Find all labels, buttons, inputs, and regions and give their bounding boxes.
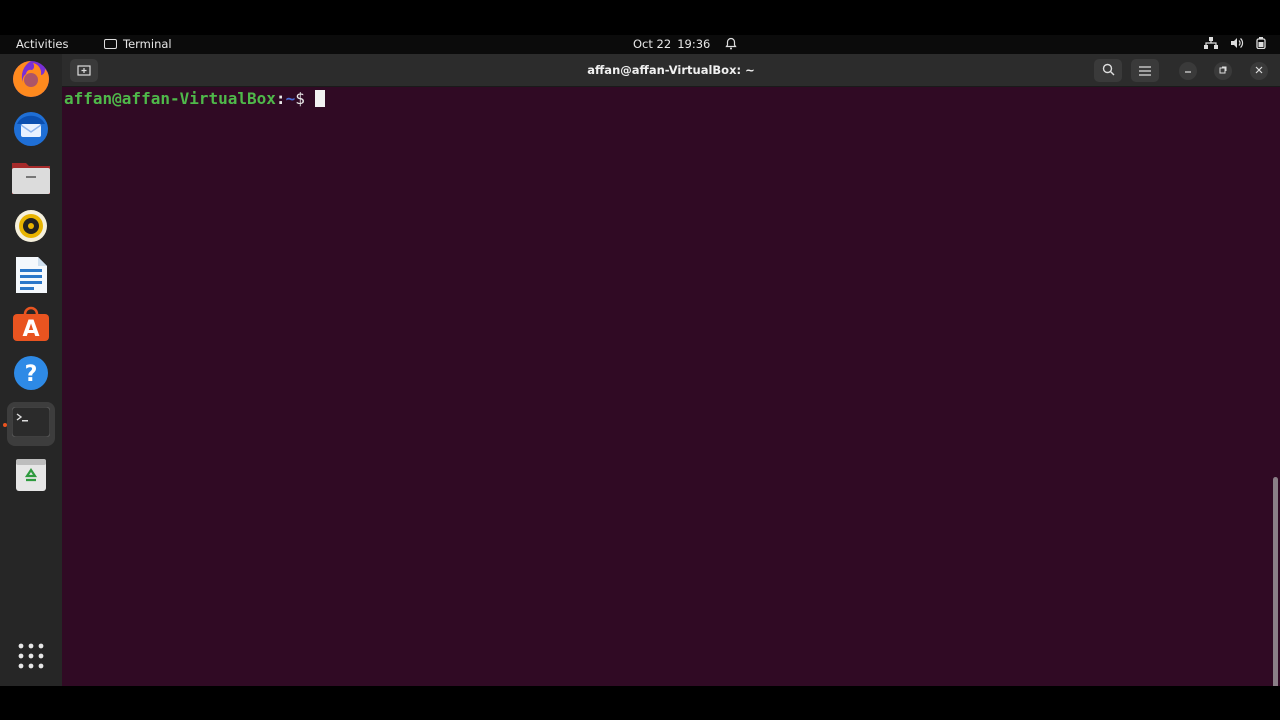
dock-item-firefox[interactable] [7,59,55,103]
trash-icon [15,456,47,496]
dock-item-terminal[interactable] [7,402,55,446]
rhythmbox-icon [13,208,49,248]
dock-item-trash[interactable] [7,454,55,498]
app-menu-label: Terminal [123,37,172,51]
software-icon: A [12,306,50,346]
show-apps-button[interactable] [7,636,55,680]
menu-button[interactable] [1131,59,1159,82]
firefox-icon [11,59,51,103]
close-button[interactable] [1250,62,1268,80]
close-icon [1255,66,1263,77]
hamburger-icon [1139,61,1151,80]
dock-item-writer[interactable] [7,255,55,299]
alarm-icon [725,37,737,53]
scrollbar[interactable] [1273,477,1278,715]
terminal-icon [11,406,51,441]
dock-item-software[interactable]: A [7,304,55,348]
dock-item-files[interactable] [7,157,55,201]
network-icon [1204,37,1218,52]
prompt-symbol: $ [295,89,305,108]
help-icon: ? [12,354,50,396]
prompt-path: ~ [285,89,296,108]
activities-button[interactable]: Activities [16,37,68,51]
dock: A ? [0,54,62,686]
letterbox-top [0,0,1280,35]
svg-text:A: A [22,317,39,342]
letterbox-bottom [0,686,1280,720]
volume-icon [1230,37,1244,52]
thunderbird-icon [11,108,51,152]
text-cursor [314,90,325,107]
clock-date: Oct 22 [633,37,672,51]
terminal-app-icon [104,39,117,49]
power-icon [1256,37,1266,52]
clock-time: 19:36 [677,37,711,51]
minimize-icon [1184,66,1192,77]
restore-icon [1219,66,1227,77]
files-icon [11,159,51,199]
prompt-colon: : [275,89,286,108]
search-icon [1102,61,1115,80]
minimize-button[interactable] [1179,62,1197,80]
terminal-window: affan@affan-VirtualBox: ~ affan@affan-Vi… [62,54,1280,715]
system-tray[interactable] [1204,37,1266,52]
window-headerbar[interactable]: affan@affan-VirtualBox: ~ [62,54,1280,87]
app-menu[interactable]: Terminal [104,37,172,51]
dock-item-help[interactable]: ? [7,353,55,397]
grid-icon [17,643,45,673]
clock[interactable]: Oct 22 19:36 [633,37,710,51]
prompt-user-host: affan@affan-VirtualBox [64,89,276,108]
search-button[interactable] [1094,59,1122,82]
writer-icon [14,256,48,298]
prompt-line: affan@affan-VirtualBox: ~ $ [64,89,325,108]
svg-text:?: ? [25,362,38,387]
terminal-body[interactable]: affan@affan-VirtualBox: ~ $ [62,87,1280,715]
restore-button[interactable] [1214,62,1232,80]
top-panel: Activities Terminal Oct 22 19:36 [0,35,1280,54]
dock-item-rhythmbox[interactable] [7,206,55,250]
dock-item-thunderbird[interactable] [7,108,55,152]
